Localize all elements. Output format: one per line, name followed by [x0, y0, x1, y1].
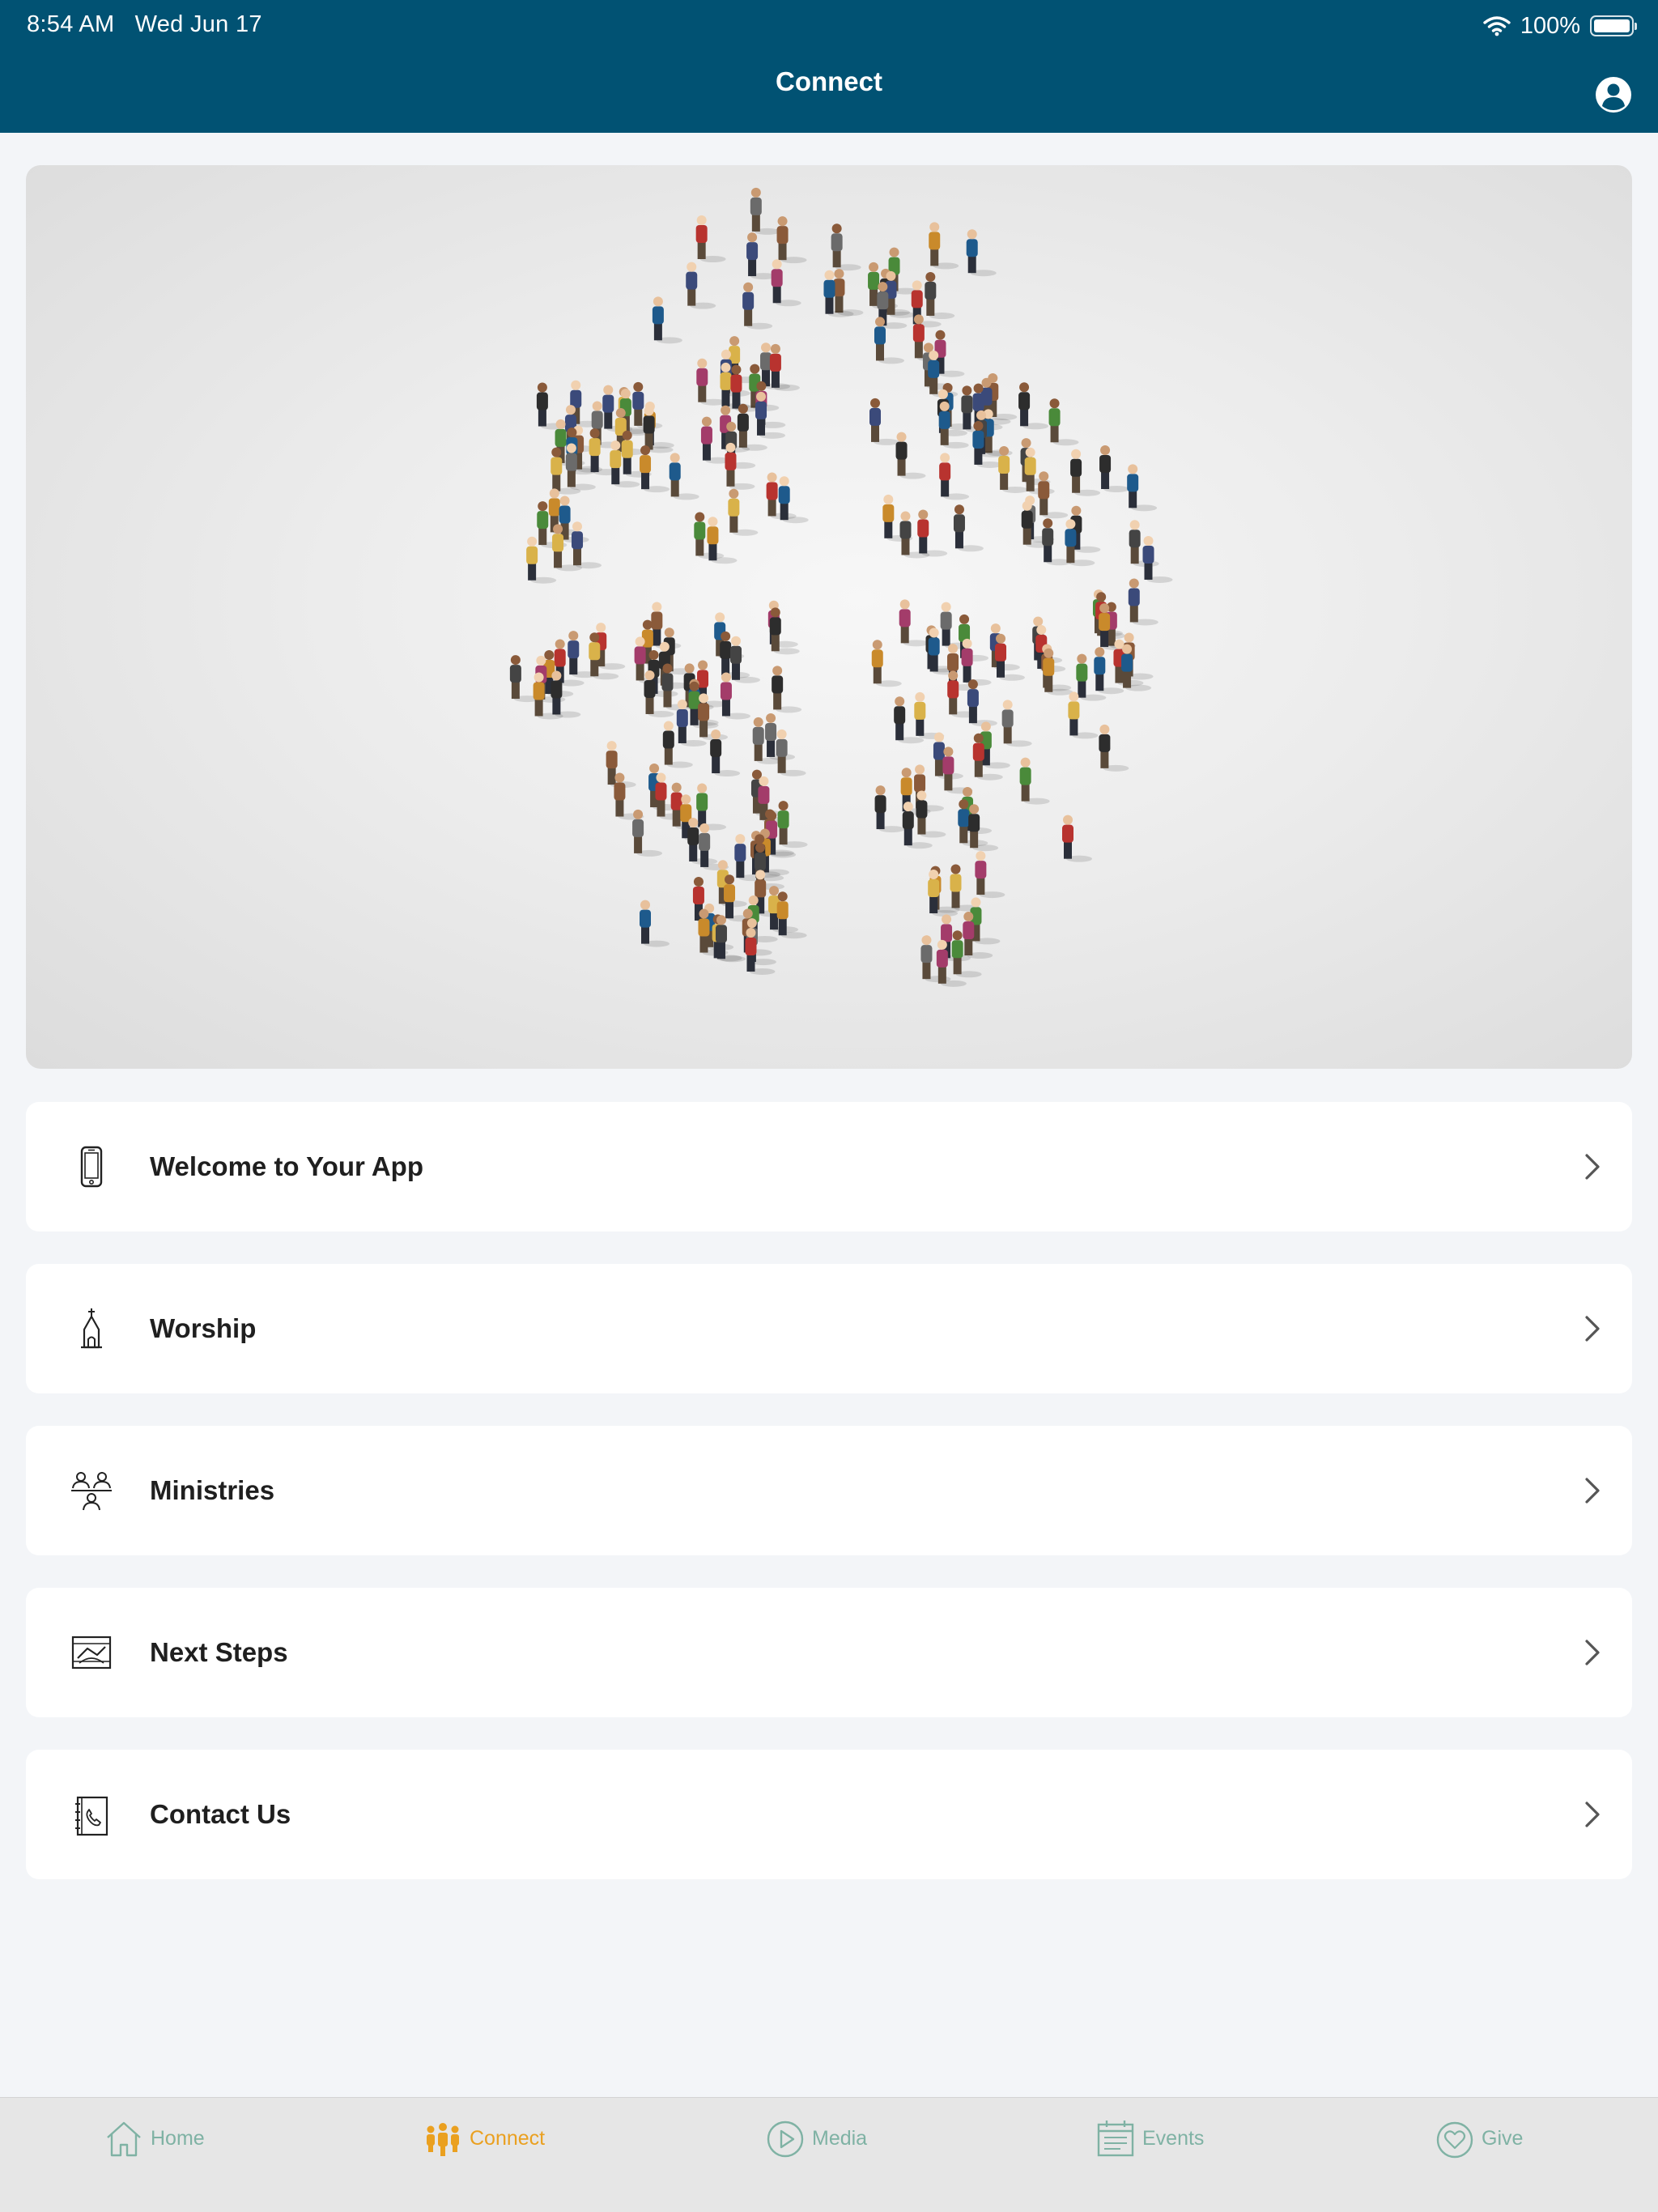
phone-book-icon	[75, 1796, 108, 1836]
crowd-person	[929, 222, 959, 270]
battery-level	[1594, 19, 1630, 32]
tab-give[interactable]: Give	[1435, 2116, 1523, 2161]
church-icon	[81, 1308, 102, 1349]
crowd-person	[696, 783, 727, 831]
tab-events[interactable]: Events	[1095, 2116, 1204, 2161]
crowd-cross-illustration	[509, 187, 1173, 987]
battery-icon	[1590, 15, 1637, 36]
crowd-person	[874, 785, 905, 833]
crowd-person	[914, 691, 945, 739]
menu-item-contact[interactable]: Contact Us	[26, 1750, 1632, 1879]
hero-image	[26, 165, 1632, 1069]
crowd-person	[1070, 449, 1101, 496]
crowd-person	[1099, 724, 1129, 772]
crowd-person	[953, 504, 984, 552]
crowd-person	[728, 488, 759, 536]
heart-icon	[1436, 2121, 1473, 2159]
status-clock: 8:54 AM	[27, 11, 115, 37]
menu-item-label: Contact Us	[150, 1799, 291, 1829]
tab-connect[interactable]: Connect	[423, 2116, 545, 2161]
chevron-right-icon	[1585, 1478, 1600, 1504]
crowd-person	[686, 262, 716, 309]
people-group-icon	[71, 1472, 112, 1511]
crowd-person	[572, 521, 602, 569]
crowd-person	[942, 747, 973, 794]
menu-item-label: Worship	[150, 1313, 257, 1343]
tab-bar: Home Connect Media Events Give	[0, 2097, 1658, 2212]
crowd-person	[742, 282, 773, 330]
crowd-person	[925, 272, 955, 320]
crowd-person	[632, 809, 663, 857]
crowd-person	[961, 638, 992, 686]
crowd-person	[1142, 535, 1173, 583]
crowd-person	[967, 679, 997, 727]
crowd-person	[970, 897, 1001, 945]
crowd-person	[1128, 578, 1158, 626]
crowd-person	[669, 453, 699, 500]
status-date: Wed Jun 17	[134, 11, 262, 37]
crowd-person	[1099, 445, 1130, 492]
status-indicators: 100%	[1483, 10, 1637, 42]
menu-item-ministries[interactable]: Ministries	[26, 1426, 1632, 1555]
chevron-right-icon	[1585, 1154, 1600, 1180]
status-time: 8:54 AM Wed Jun 17	[27, 11, 262, 38]
tab-label: Media	[812, 2126, 868, 2150]
crowd-person	[831, 223, 861, 271]
crowd-person	[975, 851, 1005, 899]
calendar-icon	[1097, 2121, 1134, 2157]
tab-home[interactable]: Home	[104, 2116, 205, 2161]
tab-label: Events	[1142, 2126, 1205, 2150]
crowd-person	[639, 900, 670, 947]
crowd-person	[750, 187, 780, 235]
crowd-person	[917, 509, 948, 557]
crowd-person	[871, 640, 902, 687]
crowd-person	[1019, 757, 1050, 805]
tab-label: Give	[1482, 2126, 1524, 2150]
crowd-person	[966, 229, 997, 277]
crowd-person	[1127, 464, 1158, 512]
menu-item-label: Welcome to Your App	[150, 1151, 423, 1181]
chevron-right-icon	[1585, 1316, 1600, 1342]
battery-percent: 100%	[1520, 12, 1580, 39]
menu-item-worship[interactable]: Worship	[26, 1264, 1632, 1393]
crowd-person	[777, 801, 808, 849]
crowd-person	[776, 216, 807, 264]
page-title: Connect	[776, 66, 882, 96]
crowd-person	[1038, 471, 1069, 519]
crowd-person	[1001, 700, 1032, 747]
crowd-person	[771, 259, 801, 307]
menu-item-welcome[interactable]: Welcome to Your App	[26, 1102, 1632, 1231]
tab-label: Connect	[470, 2126, 546, 2150]
smartphone-icon	[80, 1146, 103, 1188]
crowd-person	[695, 215, 726, 262]
menu-item-label: Ministries	[150, 1475, 275, 1505]
menu-item-label: Next Steps	[150, 1637, 288, 1667]
crowd-person	[1048, 398, 1079, 446]
chevron-right-icon	[1585, 1802, 1600, 1827]
crowd-person	[772, 666, 802, 713]
crowd-person	[776, 729, 806, 776]
steps-icon	[71, 1636, 112, 1670]
crowd-person	[1062, 815, 1093, 862]
crowd-person	[652, 296, 682, 344]
crowd-person	[995, 633, 1026, 681]
crowd-person	[833, 269, 864, 317]
menu-item-next-steps[interactable]: Next Steps	[26, 1588, 1632, 1717]
chevron-right-icon	[1585, 1640, 1600, 1665]
top-bar: 8:54 AM Wed Jun 17 100% Connect	[0, 0, 1658, 133]
play-icon	[767, 2121, 804, 2158]
crowd-person	[755, 391, 786, 439]
crowd-person	[916, 790, 946, 838]
wifi-icon	[1483, 16, 1511, 36]
crowd-person	[939, 453, 970, 500]
crowd-person	[1018, 382, 1049, 430]
profile-button[interactable]	[1595, 76, 1632, 113]
crowd-person	[869, 398, 900, 445]
people-icon	[427, 2123, 459, 2156]
tab-label: Home	[151, 2126, 205, 2150]
crowd-person	[899, 599, 929, 647]
tab-media[interactable]: Media	[765, 2116, 867, 2161]
home-icon	[107, 2121, 141, 2157]
crowd-person	[895, 432, 926, 479]
